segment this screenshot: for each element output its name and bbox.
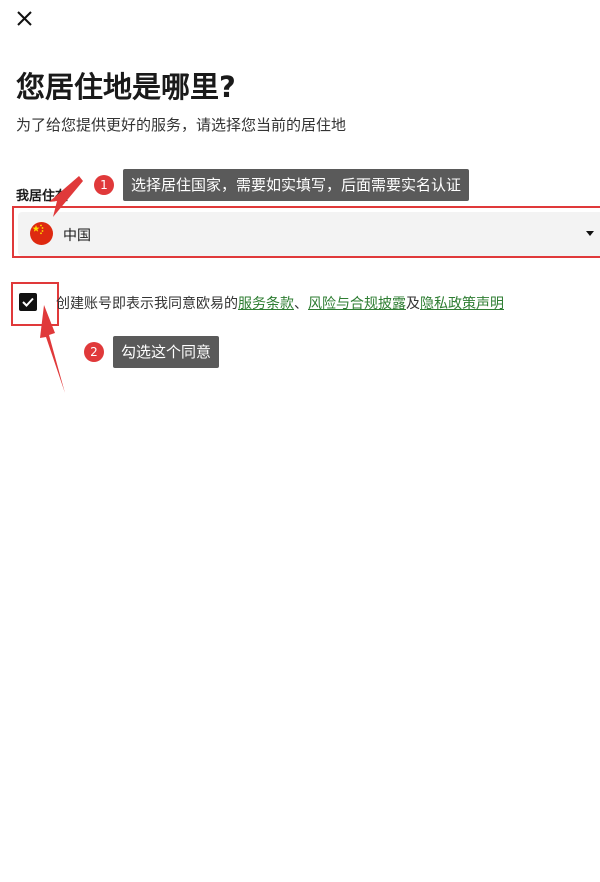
agreement-separator: 、 [294, 296, 308, 312]
residence-label: 我居住在 [16, 189, 69, 204]
china-flag-icon [30, 222, 53, 245]
close-button[interactable] [14, 8, 36, 30]
country-select-value: 中国 [63, 228, 91, 244]
agreement-separator: 及 [406, 296, 420, 312]
annotation-arrow-2 [40, 305, 65, 393]
agreement-text: 创建账号即表示我同意欧易的服务条款、风险与合规披露及隐私政策声明 [56, 293, 504, 313]
close-icon [17, 11, 32, 26]
checkmark-icon [22, 297, 34, 307]
annotation-tooltip-2: 勾选这个同意 [113, 336, 220, 368]
annotation-tooltip-1: 选择居住国家，需要如实填写，后面需要实名认证 [123, 169, 470, 201]
privacy-policy-link[interactable]: 隐私政策声明 [420, 296, 504, 312]
page-subtitle: 为了给您提供更好的服务，请选择您当前的居住地 [16, 116, 347, 134]
annotation-badge-2: 2 [84, 342, 104, 362]
caret-down-icon [586, 231, 594, 236]
agreement-checkbox[interactable] [19, 293, 37, 311]
risk-disclosure-link[interactable]: 风险与合规披露 [308, 296, 406, 312]
terms-of-service-link[interactable]: 服务条款 [238, 296, 294, 312]
country-select[interactable]: 中国 [18, 212, 600, 256]
page-title: 您居住地是哪里? [16, 70, 236, 104]
agreement-prefix: 创建账号即表示我同意欧易的 [56, 296, 238, 312]
annotation-badge-1: 1 [94, 175, 114, 195]
